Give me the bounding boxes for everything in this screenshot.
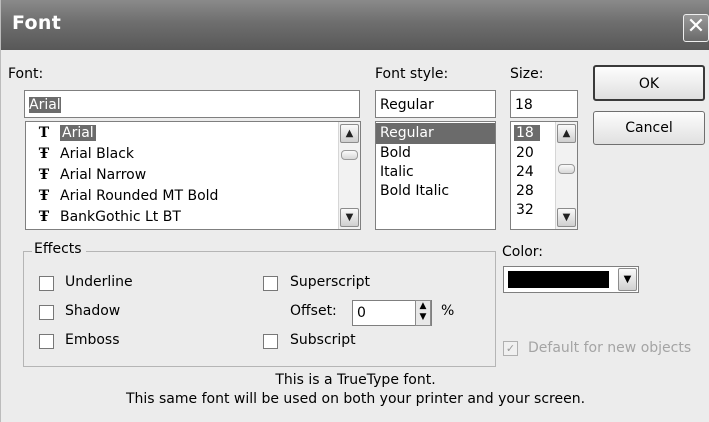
superscript-checkbox[interactable] [263,276,278,291]
font-description-line1: This is a TrueType font. [275,372,436,388]
size-list[interactable]: 18 20 24 28 32 ▲ ▼ [510,121,578,230]
truetype-icon: Ŧ [38,188,50,204]
font-list[interactable]: T Arial Ŧ Arial Black Ŧ Arial Narrow Ŧ Arial… [25,121,361,230]
emboss-checkbox[interactable] [39,334,54,349]
shadow-label: Shadow [65,303,121,319]
font-dialog: Font ✕ Font: Arial T Arial Ŧ Arial Black Ŧ… [0,0,709,422]
font-description-line2: This same font will be used on both your… [125,391,586,407]
offset-unit: % [441,303,455,319]
scroll-up-icon[interactable]: ▲ [340,124,359,143]
scroll-up-icon[interactable]: ▲ [557,124,576,143]
offset-spinner[interactable]: ▲ ▼ [415,300,431,326]
scroll-down-icon[interactable]: ▼ [557,208,576,227]
font-style-input[interactable]: Regular [375,90,496,118]
default-for-new-label: Default for new objects [528,340,692,356]
close-icon: ✕ [686,14,706,39]
superscript-label: Superscript [290,274,371,290]
size-label: Size: [510,66,544,82]
emboss-label: Emboss [65,332,120,348]
offset-label: Offset: [290,303,337,319]
style-list-item[interactable]: Regular [376,123,495,144]
subscript-label: Subscript [290,332,356,348]
color-combobox[interactable]: ▼ [503,266,639,293]
spin-up-icon[interactable]: ▲ [416,301,430,312]
font-list-item[interactable]: Ŧ Arial Narrow [26,165,360,186]
color-label: Color: [502,244,544,260]
font-list-item[interactable]: Ŧ BankGothic Lt BT [26,207,360,228]
size-list-scrollbar[interactable]: ▲ ▼ [555,122,577,229]
scroll-thumb[interactable] [558,164,575,174]
spin-down-icon[interactable]: ▼ [416,312,430,323]
font-name-value: Arial [29,97,61,113]
truetype-icon: Ŧ [38,209,50,225]
effects-legend: Effects [32,241,86,257]
font-name-input[interactable]: Arial [24,90,360,118]
underline-label: Underline [65,274,133,290]
scroll-down-icon[interactable]: ▼ [340,208,359,227]
font-style-label: Font style: [375,66,449,82]
font-list-item[interactable]: Ŧ Arial Black [26,144,360,165]
underline-checkbox[interactable] [39,276,54,291]
title-bar[interactable]: Font ✕ [1,0,709,50]
dialog-title: Font [12,12,62,34]
font-list-item[interactable]: Ŧ Arial Rounded MT Bold [26,186,360,207]
size-input[interactable]: 18 [510,90,578,118]
font-style-list[interactable]: Regular Bold Italic Bold Italic [375,121,496,230]
truetype-icon: T [38,125,50,141]
chevron-down-icon[interactable]: ▼ [618,268,637,291]
font-label: Font: [8,66,44,82]
style-list-item[interactable]: Bold [376,144,495,163]
truetype-icon: Ŧ [38,167,50,183]
style-list-item[interactable]: Bold Italic [376,182,495,201]
default-for-new-checkbox[interactable]: ✓ [503,341,518,356]
close-button[interactable]: ✕ [683,14,709,42]
subscript-checkbox[interactable] [263,334,278,349]
truetype-icon: Ŧ [38,146,50,162]
style-list-item[interactable]: Italic [376,163,495,182]
shadow-checkbox[interactable] [39,305,54,320]
cancel-button[interactable]: Cancel [593,111,705,145]
font-list-item[interactable]: T Arial [26,123,360,144]
color-swatch [508,271,609,288]
ok-button[interactable]: OK [593,65,705,101]
font-list-scrollbar[interactable]: ▲ ▼ [338,122,360,229]
scroll-thumb[interactable] [341,150,358,160]
